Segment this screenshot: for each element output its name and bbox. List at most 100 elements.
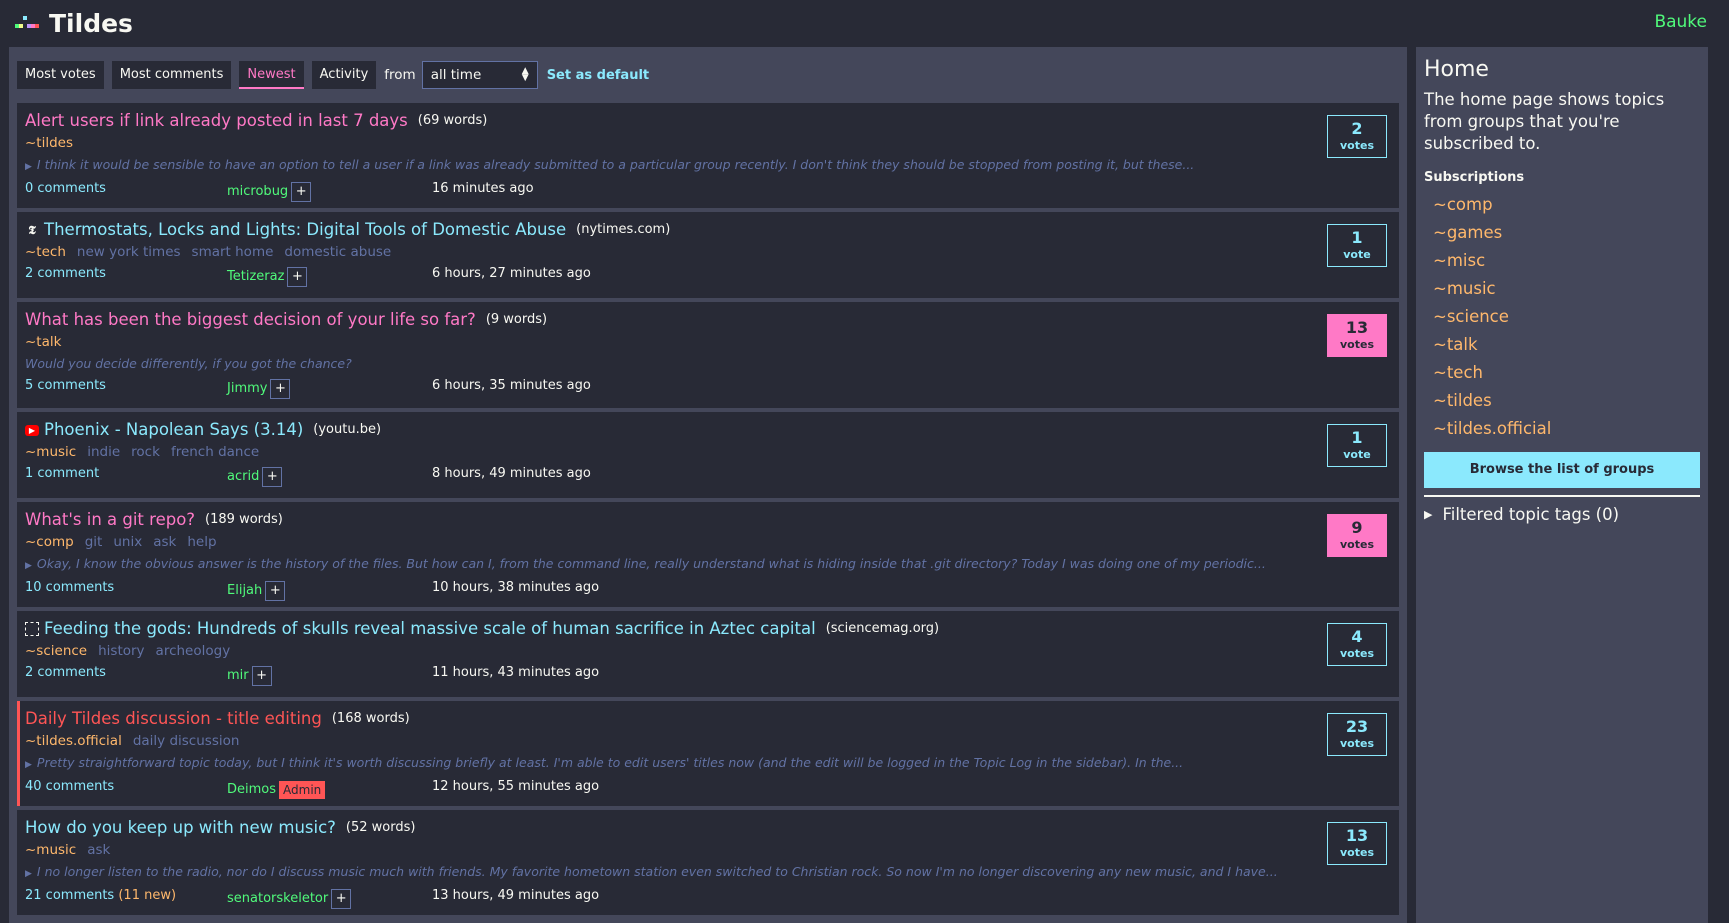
browse-groups-button[interactable]: Browse the list of groups — [1424, 452, 1700, 488]
topic-excerpt[interactable]: ▶ I no longer listen to the radio, nor do… — [25, 861, 1391, 885]
group-link[interactable]: ~music — [25, 441, 76, 463]
tab-activity[interactable]: Activity — [311, 61, 377, 89]
subscription-link[interactable]: ~science — [1424, 303, 1700, 331]
tag-link[interactable]: new york times — [77, 241, 181, 263]
username-link[interactable]: Deimos — [227, 779, 276, 801]
topic-title-link[interactable]: Thermostats, Locks and Lights: Digital T… — [44, 219, 566, 241]
user-label-add-button[interactable]: + — [287, 267, 308, 287]
triangle-right-icon: ▶ — [1424, 508, 1433, 521]
tag-link[interactable]: indie — [87, 441, 120, 463]
tag-link[interactable]: french dance — [171, 441, 259, 463]
topic-title-link[interactable]: What's in a git repo? — [25, 509, 195, 531]
subscription-link[interactable]: ~tildes.official — [1424, 415, 1700, 443]
comments-link[interactable]: 2 comments — [25, 662, 106, 684]
subscription-link[interactable]: ~talk — [1424, 331, 1700, 359]
topic-title-link[interactable]: Alert users if link already posted in la… — [25, 110, 408, 132]
group-link[interactable]: ~comp — [25, 531, 74, 553]
expand-triangle-icon[interactable]: ▶ — [25, 869, 32, 879]
group-link[interactable]: ~tildes — [25, 132, 73, 154]
vote-count: 2 — [1351, 119, 1363, 138]
vote-button[interactable]: 1 vote — [1327, 224, 1387, 267]
tag-link[interactable]: ask — [153, 531, 176, 553]
vote-button[interactable]: 4 votes — [1327, 623, 1387, 666]
username-link[interactable]: Jimmy — [227, 378, 267, 400]
username-link[interactable]: microbug — [227, 181, 288, 203]
comments-link[interactable]: 40 comments — [25, 776, 114, 798]
username-link[interactable]: Tetizeraz — [227, 266, 284, 288]
tag-link[interactable]: unix — [113, 531, 142, 553]
topic-author: Jimmy + — [227, 378, 291, 400]
comments-link[interactable]: 21 comments (11 new) — [25, 885, 176, 907]
topic-excerpt[interactable]: ▶ Okay, I know the obvious answer is the … — [25, 553, 1391, 577]
comments-link[interactable]: 10 comments — [25, 577, 114, 599]
comments-link[interactable]: 0 comments — [25, 178, 106, 200]
user-label-add-button[interactable]: + — [251, 666, 272, 686]
vote-button[interactable]: 13 votes — [1327, 822, 1387, 865]
vote-count: 13 — [1345, 318, 1369, 337]
comments-link[interactable]: 2 comments — [25, 263, 106, 285]
topic-title-link[interactable]: Phoenix - Napolean Says (3.14) — [44, 419, 303, 441]
subscription-link[interactable]: ~comp — [1424, 191, 1700, 219]
expand-triangle-icon[interactable]: ▶ — [25, 760, 32, 770]
tag-link[interactable]: ask — [87, 839, 110, 861]
tag-link[interactable]: rock — [131, 441, 160, 463]
filtered-tags-toggle[interactable]: ▶ Filtered topic tags (0) — [1424, 505, 1700, 524]
subscription-link[interactable]: ~tech — [1424, 359, 1700, 387]
period-select[interactable]: all time ▲ ▼ — [421, 61, 538, 89]
divider — [1424, 495, 1700, 497]
topic-footer: 21 comments (11 new) senatorskeletor +13 h… — [25, 885, 1391, 911]
tab-most-votes[interactable]: Most votes — [17, 61, 104, 89]
topic-author: Elijah + — [227, 580, 286, 602]
tag-link[interactable]: daily discussion — [133, 730, 240, 752]
subscription-link[interactable]: ~misc — [1424, 247, 1700, 275]
vote-button[interactable]: 9 votes — [1327, 514, 1387, 557]
expand-triangle-icon[interactable]: ▶ — [25, 162, 32, 172]
tag-link[interactable]: smart home — [192, 241, 274, 263]
tag-link[interactable]: domestic abuse — [284, 241, 391, 263]
username-link[interactable]: Elijah — [227, 580, 262, 602]
subscription-link[interactable]: ~tildes — [1424, 387, 1700, 415]
group-link[interactable]: ~talk — [25, 331, 61, 353]
topic-title-link[interactable]: Daily Tildes discussion - title editing — [25, 708, 322, 730]
comments-link[interactable]: 5 comments — [25, 375, 106, 397]
topic-title-link[interactable]: What has been the biggest decision of yo… — [25, 309, 476, 331]
topic-title-link[interactable]: How do you keep up with new music? — [25, 817, 336, 839]
tab-most-comments[interactable]: Most comments — [111, 61, 232, 89]
username-link[interactable]: Bauke — [1654, 12, 1707, 32]
user-label-add-button[interactable]: + — [270, 379, 291, 399]
topic-title-link[interactable]: Feeding the gods: Hundreds of skulls rev… — [44, 618, 816, 640]
topic-excerpt[interactable]: ▶ I think it would be sensible to have an… — [25, 154, 1391, 178]
vote-button[interactable]: 1 vote — [1327, 424, 1387, 467]
comments-link[interactable]: 1 comment — [25, 463, 99, 485]
group-link[interactable]: ~tech — [25, 241, 66, 263]
user-label-add-button[interactable]: + — [291, 182, 312, 202]
topic-excerpt[interactable]: ▶ Pretty straightforward topic today, but… — [25, 752, 1391, 776]
tag-link[interactable]: archeology — [156, 640, 231, 662]
excerpt-text: Would you decide differently, if you got… — [25, 356, 352, 371]
username-link[interactable]: acrid — [227, 466, 259, 488]
user-label-add-button[interactable]: + — [331, 889, 352, 909]
comments-count: 5 comments — [25, 378, 106, 393]
topic-author: microbug + — [227, 181, 312, 203]
username-link[interactable]: senatorskeletor — [227, 888, 328, 910]
group-link[interactable]: ~science — [25, 640, 87, 662]
username-link[interactable]: mir — [227, 665, 249, 687]
tag-link[interactable]: help — [187, 531, 216, 553]
tag-link[interactable]: history — [98, 640, 144, 662]
tildes-logo-icon[interactable] — [15, 15, 39, 32]
site-title[interactable]: Tildes — [49, 9, 133, 38]
tab-newest[interactable]: Newest — [239, 61, 304, 89]
user-label-add-button[interactable]: + — [265, 581, 286, 601]
user-label-add-button[interactable]: + — [262, 467, 283, 487]
topic-meta: (168 words) — [331, 711, 410, 726]
vote-button[interactable]: 13 votes — [1327, 314, 1387, 357]
set-default-link[interactable]: Set as default — [547, 68, 649, 83]
expand-triangle-icon[interactable]: ▶ — [25, 561, 32, 571]
vote-button[interactable]: 23 votes — [1327, 713, 1387, 756]
subscription-link[interactable]: ~music — [1424, 275, 1700, 303]
tag-link[interactable]: git — [85, 531, 103, 553]
group-link[interactable]: ~tildes.official — [25, 730, 122, 752]
vote-button[interactable]: 2 votes — [1327, 115, 1387, 158]
subscription-link[interactable]: ~games — [1424, 219, 1700, 247]
group-link[interactable]: ~music — [25, 839, 76, 861]
